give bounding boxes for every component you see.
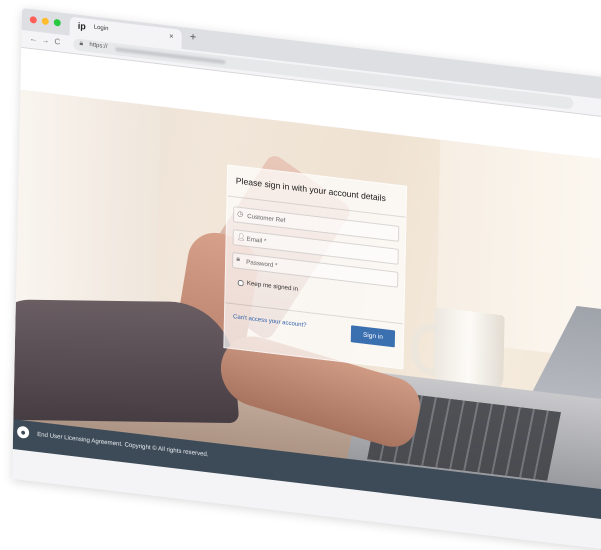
window-controls — [29, 15, 61, 27]
close-tab-icon[interactable]: × — [169, 32, 174, 42]
keep-signed-in-checkbox[interactable] — [237, 279, 244, 286]
photo-arm — [13, 299, 240, 424]
favicon-icon: ip — [77, 20, 86, 32]
minimize-window-button[interactable] — [41, 17, 49, 26]
forgot-account-link[interactable]: Can't access your account? — [233, 314, 307, 329]
user-circle-icon: ● — [16, 425, 30, 439]
maximize-window-button[interactable] — [53, 18, 61, 27]
url-text: https:// — [89, 42, 108, 51]
login-card: Please sign in with your account details… — [223, 164, 408, 370]
new-tab-button[interactable]: + — [190, 31, 197, 44]
lock-icon: 🔒︎ — [79, 39, 84, 48]
tab-title: Login — [93, 24, 109, 33]
browser-window: ip Login × + ← → C 🔒︎ https:// Please si… — [12, 8, 601, 550]
keep-signed-in-label: Keep me signed in — [246, 279, 299, 293]
clock-icon: ◷ — [237, 210, 244, 219]
padlock-icon: 🔒︎ — [236, 255, 241, 263]
sign-in-button[interactable]: Sign in — [350, 325, 396, 348]
forward-arrow-icon[interactable]: → — [41, 35, 49, 45]
reload-icon[interactable]: C — [54, 37, 60, 47]
close-window-button[interactable] — [29, 15, 37, 24]
back-arrow-icon[interactable]: ← — [29, 34, 37, 44]
keep-signed-in[interactable]: Keep me signed in — [237, 279, 299, 293]
user-icon: 👤︎ — [236, 233, 246, 242]
